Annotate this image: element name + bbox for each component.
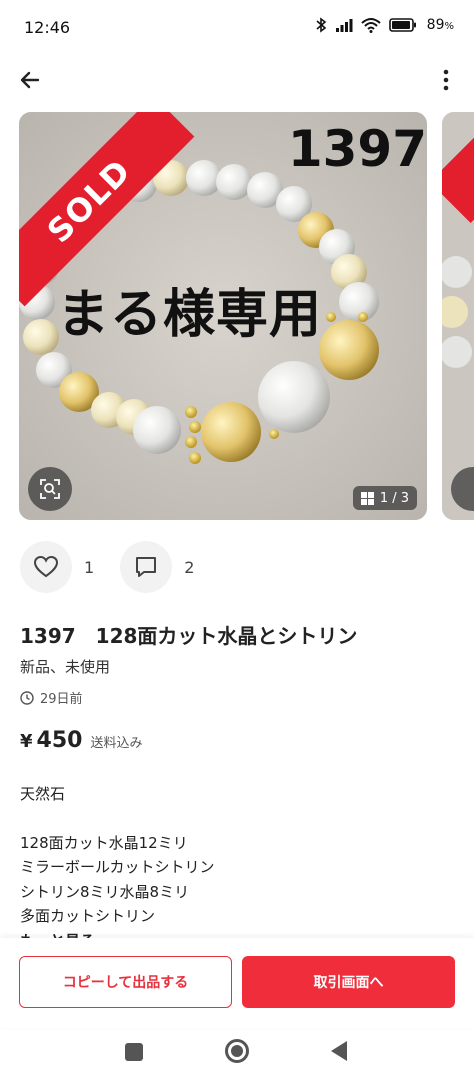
bracelet-image-next bbox=[442, 112, 474, 520]
page-indicator-text: 1 / 3 bbox=[379, 490, 409, 506]
overlay-caption: まる様専用 bbox=[57, 285, 323, 345]
posted-time-text: 29日前 bbox=[40, 692, 83, 707]
like-count: 1 bbox=[84, 557, 95, 577]
battery-percent: 89% bbox=[426, 17, 454, 33]
trade-screen-button[interactable]: 取引画面へ bbox=[242, 956, 455, 1008]
posted-time: 29日前 bbox=[20, 688, 83, 707]
battery-icon bbox=[388, 18, 416, 32]
product-photo[interactable]: SOLD 1397 まる様専用 1 / 3 bbox=[19, 112, 427, 520]
shipping-info: 送料込み bbox=[90, 736, 143, 751]
description-line: ミラーボールカットシトリン bbox=[20, 858, 215, 876]
grid-icon bbox=[360, 491, 374, 505]
system-nav-bar bbox=[0, 1028, 474, 1080]
price-value: 450 bbox=[36, 728, 83, 753]
more-options-button[interactable] bbox=[434, 64, 458, 96]
home-button[interactable] bbox=[225, 1039, 249, 1063]
signal-icon bbox=[335, 19, 353, 32]
overlay-item-number: 1397 bbox=[287, 120, 427, 178]
page-indicator[interactable]: 1 / 3 bbox=[352, 486, 417, 510]
wifi-icon bbox=[360, 18, 381, 33]
description-line: 多面カットシトリン bbox=[20, 907, 156, 925]
system-back-button[interactable] bbox=[331, 1041, 347, 1061]
bottom-action-bar: コピーして出品する 取引画面へ bbox=[0, 938, 474, 1028]
copy-and-list-button[interactable]: コピーして出品する bbox=[19, 956, 232, 1008]
arrow-left-icon bbox=[20, 71, 40, 89]
engagement-actions: 1 2 bbox=[20, 540, 220, 594]
status-bar: 12:46 89% bbox=[0, 0, 474, 56]
recent-apps-button[interactable] bbox=[125, 1043, 143, 1061]
back-button[interactable] bbox=[14, 64, 46, 96]
image-gallery[interactable]: SOLD 1397 まる様専用 1 / 3 bbox=[0, 112, 474, 522]
item-condition: 新品、未使用 bbox=[20, 658, 111, 676]
description-line: 天然石 bbox=[20, 785, 66, 803]
status-time: 12:46 bbox=[24, 18, 71, 37]
description-gap bbox=[20, 807, 450, 831]
heart-icon bbox=[33, 555, 59, 578]
description-line: 128面カット水晶12ミリ bbox=[20, 833, 188, 852]
description-line: シトリン8ミリ水晶8ミリ bbox=[20, 882, 190, 901]
app-header bbox=[0, 56, 474, 104]
price: ¥ 450 送料込み bbox=[20, 728, 142, 753]
status-icons: 89% bbox=[315, 17, 454, 33]
item-description: 天然石 128面カット水晶12ミリ ミラーボールカットシトリン シトリン8ミリ水… bbox=[20, 782, 450, 953]
next-photo-peek[interactable] bbox=[442, 112, 474, 520]
image-search-button[interactable] bbox=[28, 467, 72, 511]
price-currency: ¥ bbox=[20, 731, 33, 752]
comment-icon bbox=[136, 557, 157, 577]
comment-count: 2 bbox=[184, 557, 195, 577]
bluetooth-icon bbox=[316, 17, 326, 33]
more-vertical-icon bbox=[443, 69, 449, 91]
image-search-icon bbox=[40, 479, 60, 499]
item-title: 1397 128面カット水晶とシトリン bbox=[20, 624, 358, 648]
like-button[interactable] bbox=[20, 541, 72, 593]
comment-button[interactable] bbox=[120, 541, 173, 593]
clock-icon bbox=[20, 690, 34, 705]
home-icon bbox=[231, 1045, 243, 1057]
